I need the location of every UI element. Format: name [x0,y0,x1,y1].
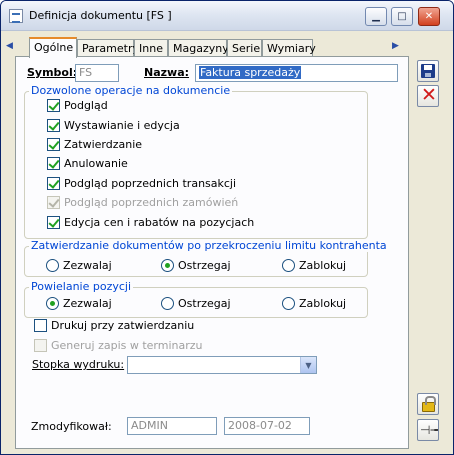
print-footer-select[interactable]: ▼ [127,356,317,374]
save-icon [421,64,435,78]
lock-icon [422,396,436,412]
app-icon [9,9,23,23]
modified-by-label: Zmodyfikował: [31,420,112,433]
limit-allow-radio[interactable] [46,259,59,272]
duplicate-block-radio[interactable] [282,297,295,310]
terminal-entry-checkbox [34,339,47,352]
cancel-button[interactable]: ✕ [417,84,439,107]
duplicate-allow-label: Zezwalaj [63,297,112,310]
tab-scroll-left-icon[interactable]: ◀ [6,40,16,52]
tab-other[interactable]: Inne [134,39,168,57]
previous-transactions-label: Podgląd poprzednich transakcji [64,177,237,190]
tab-warehouses[interactable]: Magazyny [168,39,229,57]
duplicate-items-title: Powielanie pozycji [29,280,134,293]
modified-by-field: ADMIN [127,417,217,435]
window-title: Definicja dokumentu [FS ] [29,9,172,22]
tab-scroll-right-icon[interactable]: ▶ [392,40,402,52]
limit-block-label: Zablokuj [299,259,347,272]
issue-edit-checkbox[interactable] [47,119,60,132]
previous-orders-label: Podgląd poprzednich zamówień [64,196,239,209]
issue-edit-label: Wystawianie i edycja [64,119,180,132]
tab-general[interactable]: Ogólne [29,37,77,58]
duplicate-block-label: Zablokuj [299,297,347,310]
duplicate-warn-label: Ostrzegaj [178,297,231,310]
tab-parameters[interactable]: Parametry [77,39,139,57]
close-button[interactable]: ✕ [418,7,440,26]
tab-series[interactable]: Serie [227,39,262,57]
pin-button[interactable]: ⊣╼ [417,419,439,441]
lock-button[interactable] [417,393,439,415]
cancel-checkbox[interactable] [47,157,60,170]
name-field[interactable]: Faktura sprzedaży [195,64,398,82]
name-label: Nazwa: [144,66,190,79]
approve-label: Zatwierdzanie [64,138,143,151]
pin-icon: ⊣╼ [420,423,438,437]
save-button[interactable] [417,60,439,82]
limit-allow-label: Zezwalaj [63,259,112,272]
minimize-button[interactable]: ▁ [365,7,387,26]
limit-block-radio[interactable] [282,259,295,272]
tab-strip: ◀ Ogólne Parametry Inne Magazyny Serie W… [1,37,453,58]
print-footer-label: Stopka wydruku: [32,358,125,371]
symbol-field[interactable]: FS [75,64,119,82]
name-field-value: Faktura sprzedaży [199,66,302,79]
title-bar[interactable]: Definicja dokumentu [FS ] ▁ □ ✕ [1,1,453,31]
document-definition-window: Definicja dokumentu [FS ] ▁ □ ✕ ◀ Ogólne… [0,0,454,455]
maximize-button[interactable]: □ [391,7,413,26]
preview-label: Podgląd [64,99,108,112]
cancel-label: Anulowanie [64,157,128,170]
duplicate-allow-radio[interactable] [46,297,59,310]
modified-date-field: 2008-07-02 [224,417,310,435]
limit-approval-title: Zatwierdzanie dokumentów po przekroczeni… [29,239,389,252]
edit-prices-checkbox[interactable] [47,216,60,229]
previous-transactions-checkbox[interactable] [47,177,60,190]
print-on-approve-checkbox[interactable] [34,319,47,332]
print-on-approve-label: Drukuj przy zatwierdzaniu [51,319,195,332]
limit-warn-label: Ostrzegaj [178,259,231,272]
symbol-label: Symbol: [27,66,78,79]
close-icon: ✕ [421,84,437,106]
duplicate-warn-radio[interactable] [161,297,174,310]
edit-prices-label: Edycja cen i rabatów na pozycjach [64,216,255,229]
tab-dimensions[interactable]: Wymiary [262,39,316,57]
terminal-entry-label: Generuj zapis w terminarzu [51,339,203,352]
previous-orders-checkbox [47,196,60,209]
chevron-down-icon[interactable]: ▼ [300,357,316,373]
allowed-operations-title: Dozwolone operacje na dokumencie [29,84,233,97]
limit-warn-radio[interactable] [161,259,174,272]
approve-checkbox[interactable] [47,138,60,151]
preview-checkbox[interactable] [47,99,60,112]
